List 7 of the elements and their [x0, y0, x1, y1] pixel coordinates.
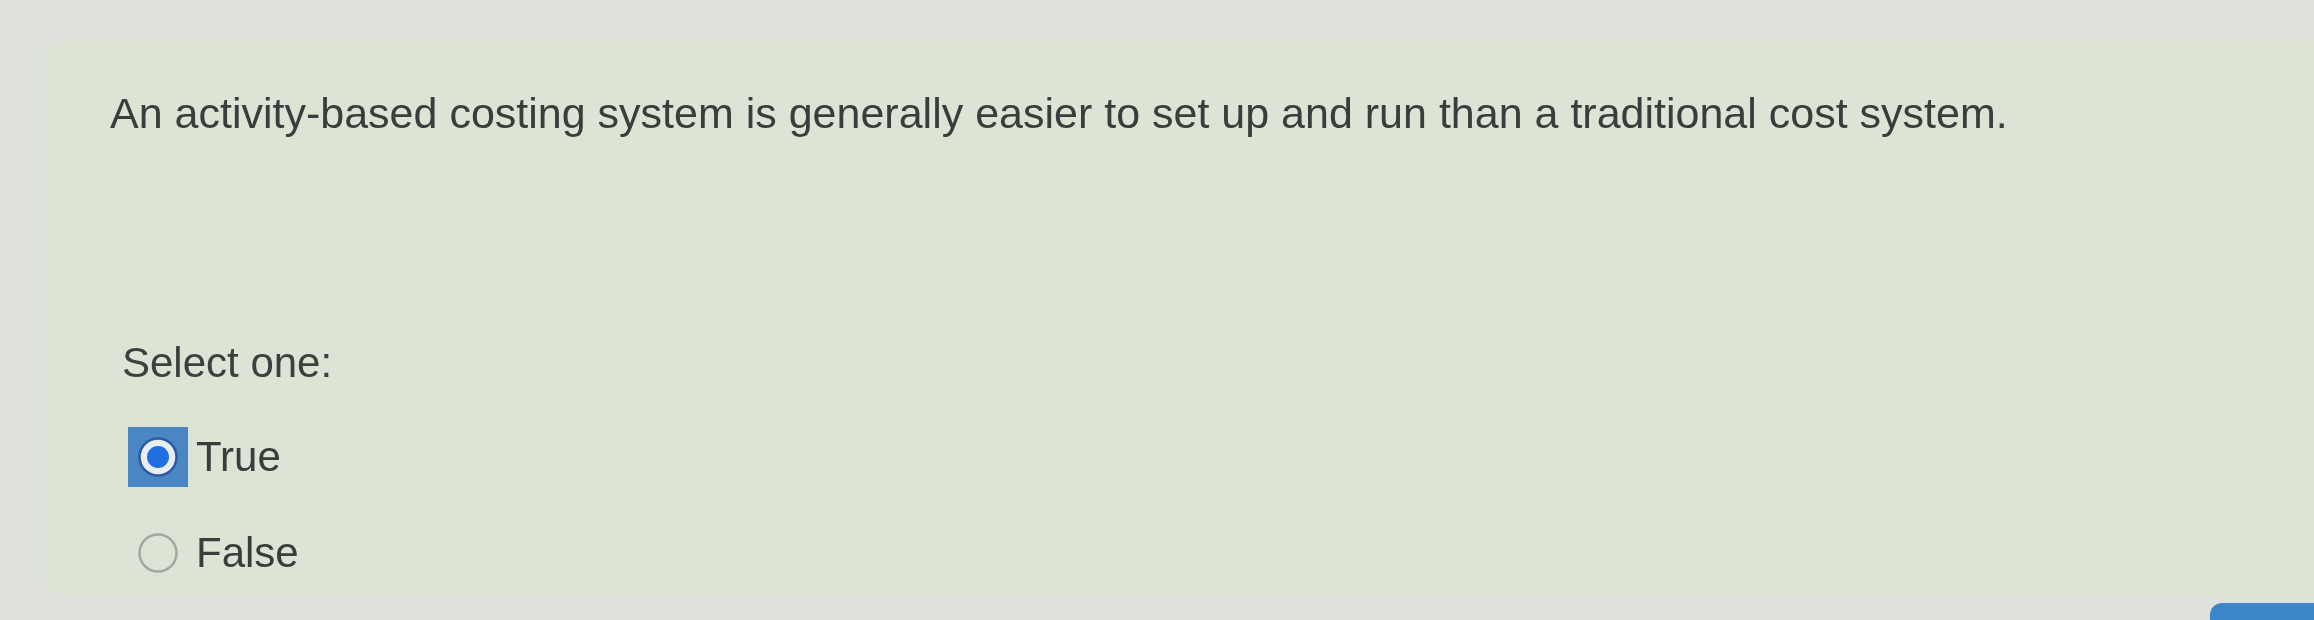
radio-button[interactable] [128, 427, 188, 487]
question-text: An activity-based costing system is generally easier to set up and run than a traditional cost system. [110, 88, 2008, 139]
select-prompt: Select one: [122, 337, 333, 388]
option-label[interactable]: False [196, 527, 299, 579]
option-label[interactable]: True [196, 431, 281, 483]
radio-button[interactable] [138, 533, 178, 573]
partial-button[interactable] [2210, 603, 2314, 620]
